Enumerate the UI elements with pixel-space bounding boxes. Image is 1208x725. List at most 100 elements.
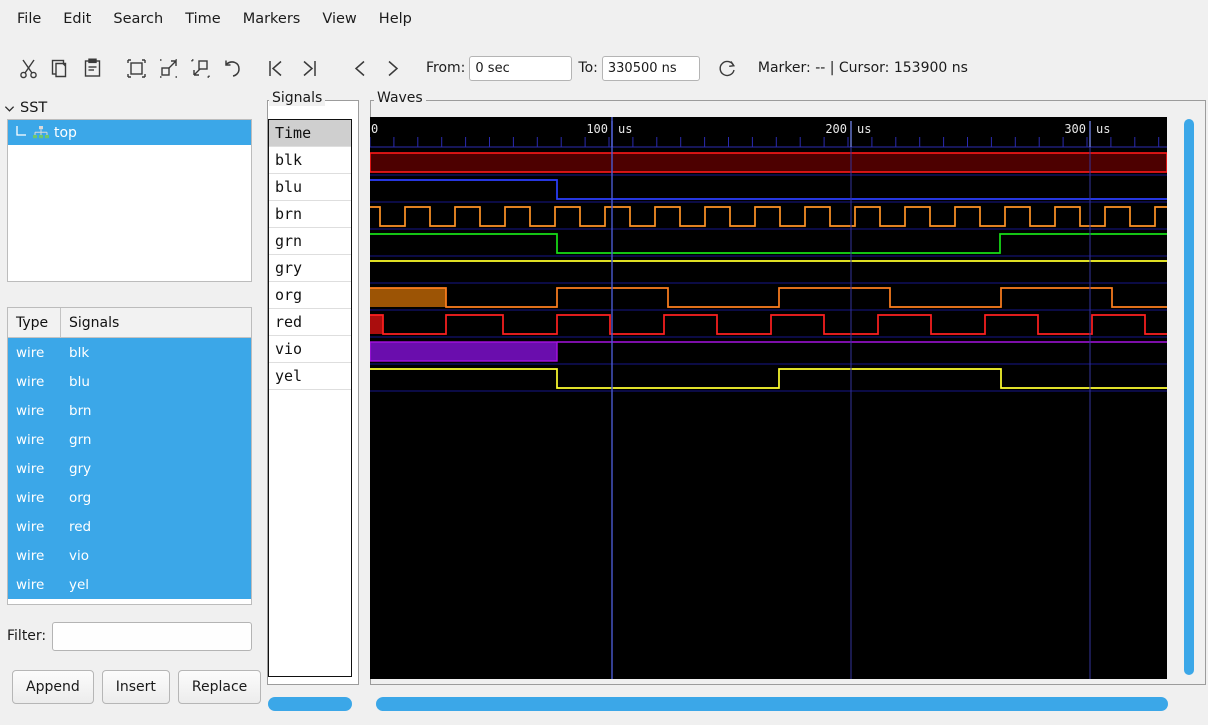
tree-item-label: top <box>54 125 77 141</box>
cell-type: wire <box>8 577 61 593</box>
menu-markers[interactable]: Markers <box>234 8 310 31</box>
filter-row: Filter: <box>7 621 252 651</box>
signal-name-list[interactable]: Timeblkblubrngrngryorgredvioyel <box>268 119 352 677</box>
column-header-signals: Signals <box>61 308 251 337</box>
filter-label: Filter: <box>7 628 46 644</box>
svg-text:0: 0 <box>371 122 378 136</box>
menu-edit[interactable]: Edit <box>54 8 100 31</box>
cell-signal-name: vio <box>61 548 251 564</box>
gtkwave-window: File Edit Search Time Markers View Help <box>0 0 1208 725</box>
zoom-out-icon[interactable] <box>152 52 184 84</box>
go-to-start-icon[interactable] <box>260 52 292 84</box>
signal-name-grn[interactable]: grn <box>269 228 351 255</box>
table-row[interactable]: wireblk <box>8 338 251 367</box>
table-row[interactable]: wireblu <box>8 367 251 396</box>
go-to-end-icon[interactable] <box>292 52 324 84</box>
filter-input[interactable] <box>52 622 252 651</box>
reload-icon[interactable] <box>712 52 744 84</box>
signal-name-vio[interactable]: vio <box>269 336 351 363</box>
cell-type: wire <box>8 374 61 390</box>
cell-signal-name: blu <box>61 374 251 390</box>
table-row[interactable]: wireyel <box>8 570 251 599</box>
cell-signal-name: gry <box>61 461 251 477</box>
cell-type: wire <box>8 519 61 535</box>
cell-signal-name: yel <box>61 577 251 593</box>
sst-header[interactable]: SST <box>4 97 47 119</box>
signal-name-brn[interactable]: brn <box>269 201 351 228</box>
sst-title: SST <box>20 100 47 116</box>
signal-name-red[interactable]: red <box>269 309 351 336</box>
cell-type: wire <box>8 461 61 477</box>
svg-text:us: us <box>857 122 871 136</box>
menu-file[interactable]: File <box>8 8 50 31</box>
zoom-in-icon[interactable] <box>184 52 216 84</box>
svg-text:300: 300 <box>1064 122 1086 136</box>
signal-name-yel[interactable]: yel <box>269 363 351 390</box>
table-row[interactable]: wiregrn <box>8 425 251 454</box>
svg-text:100: 100 <box>586 122 608 136</box>
menu-help[interactable]: Help <box>370 8 421 31</box>
wave-row-blk <box>370 153 1167 172</box>
column-header-type: Type <box>8 308 61 337</box>
next-edge-icon[interactable] <box>376 52 408 84</box>
zoom-fit-icon[interactable] <box>120 52 152 84</box>
menu-bar: File Edit Search Time Markers View Help <box>0 0 1208 39</box>
cell-type: wire <box>8 548 61 564</box>
cell-type: wire <box>8 403 61 419</box>
svg-text:us: us <box>1096 122 1110 136</box>
to-input[interactable] <box>602 56 700 81</box>
signal-table-body: wireblkwirebluwirebrnwiregrnwiregrywireo… <box>8 338 251 599</box>
toolbar: From: To: Marker: -- | Cursor: 153900 ns <box>0 39 1208 97</box>
paste-icon[interactable] <box>76 52 108 84</box>
svg-text:200: 200 <box>825 122 847 136</box>
table-row[interactable]: wiregry <box>8 454 251 483</box>
signal-name-blk[interactable]: blk <box>269 147 351 174</box>
cell-type: wire <box>8 345 61 361</box>
wave-drawing: 0 100 us 200 us 300 us <box>370 117 1167 679</box>
menu-view[interactable]: View <box>313 8 365 31</box>
cell-type: wire <box>8 432 61 448</box>
cell-signal-name: red <box>61 519 251 535</box>
cell-signal-name: brn <box>61 403 251 419</box>
hierarchy-icon <box>32 125 50 141</box>
waves-panel-legend: Waves <box>374 90 426 106</box>
signal-name-org[interactable]: org <box>269 282 351 309</box>
waves-horizontal-scrollbar[interactable] <box>376 697 1168 711</box>
signal-name-header-time[interactable]: Time <box>269 120 351 147</box>
signal-table-header: Type Signals <box>8 308 251 338</box>
table-row[interactable]: wireorg <box>8 483 251 512</box>
chevron-down-icon <box>4 103 15 114</box>
waves-vertical-scrollbar[interactable] <box>1184 119 1194 675</box>
cell-signal-name: org <box>61 490 251 506</box>
table-row[interactable]: wirevio <box>8 541 251 570</box>
action-button-row: Append Insert Replace <box>7 663 252 711</box>
cell-type: wire <box>8 490 61 506</box>
wave-canvas[interactable]: 0 100 us 200 us 300 us <box>370 117 1167 679</box>
signal-table[interactable]: Type Signals wireblkwirebluwirebrnwiregr… <box>7 307 252 605</box>
cell-signal-name: blk <box>61 345 251 361</box>
signals-panel-legend: Signals <box>269 90 325 106</box>
replace-button[interactable]: Replace <box>178 670 261 704</box>
to-label: To: <box>578 60 597 76</box>
svg-text:us: us <box>618 122 632 136</box>
waves-panel: Waves 0100us200us300us <box>368 97 1208 725</box>
signal-name-gry[interactable]: gry <box>269 255 351 282</box>
append-button[interactable]: Append <box>12 670 94 704</box>
sst-panel: SST top Type Signals <box>0 97 262 725</box>
previous-edge-icon[interactable] <box>344 52 376 84</box>
signal-name-blu[interactable]: blu <box>269 174 351 201</box>
tree-item-top[interactable]: top <box>8 120 251 145</box>
insert-button[interactable]: Insert <box>102 670 170 704</box>
cut-icon[interactable] <box>12 52 44 84</box>
sst-tree[interactable]: top <box>7 119 252 282</box>
tree-elbow-icon <box>14 125 28 141</box>
table-row[interactable]: wirered <box>8 512 251 541</box>
undo-icon[interactable] <box>216 52 248 84</box>
signals-panel: Signals Timeblkblubrngrngryorgredvioyel <box>265 97 368 725</box>
table-row[interactable]: wirebrn <box>8 396 251 425</box>
from-input[interactable] <box>469 56 572 81</box>
copy-icon[interactable] <box>44 52 76 84</box>
menu-search[interactable]: Search <box>104 8 172 31</box>
menu-time[interactable]: Time <box>176 8 230 31</box>
cell-signal-name: grn <box>61 432 251 448</box>
